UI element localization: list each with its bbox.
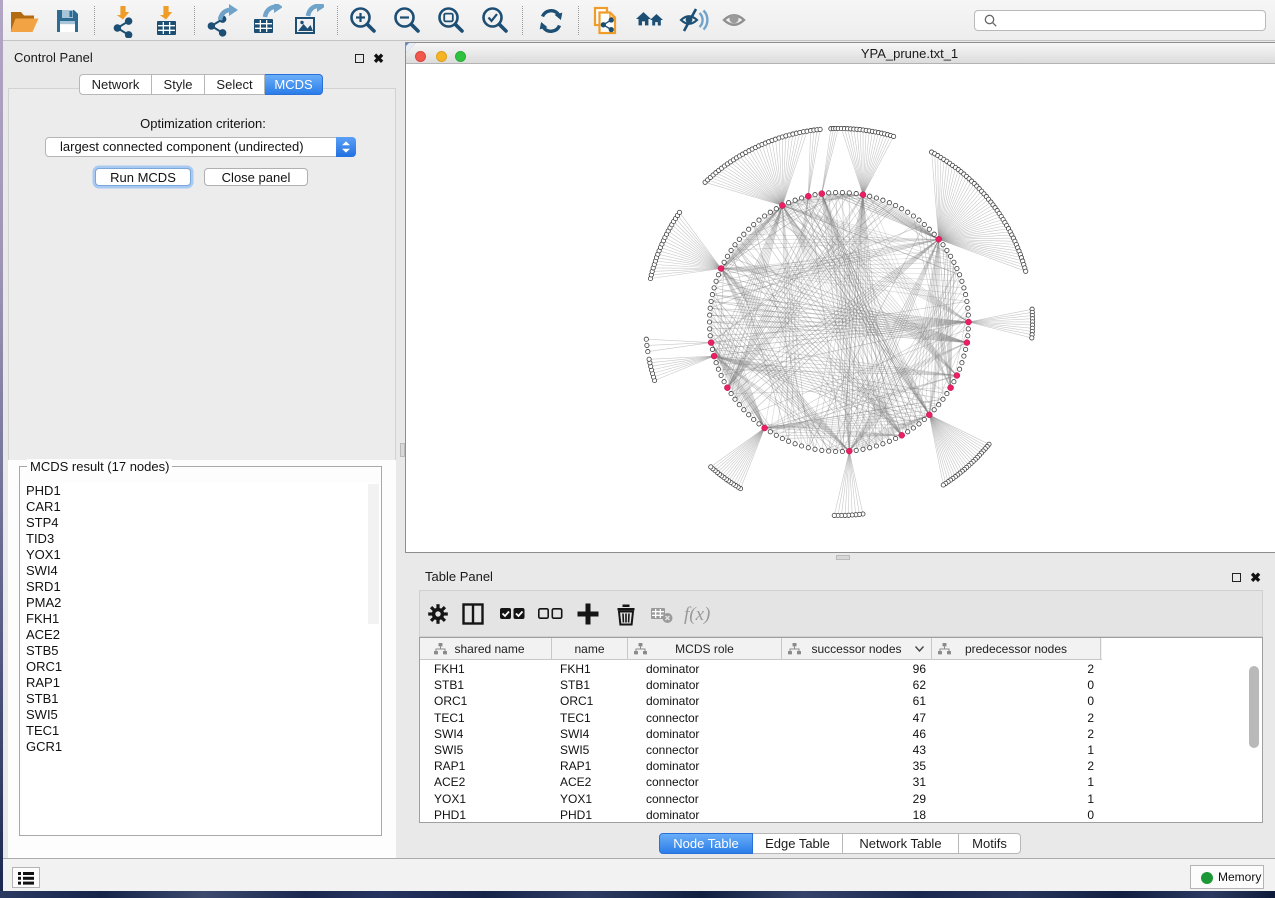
svg-text:f(x): f(x) xyxy=(684,604,710,625)
